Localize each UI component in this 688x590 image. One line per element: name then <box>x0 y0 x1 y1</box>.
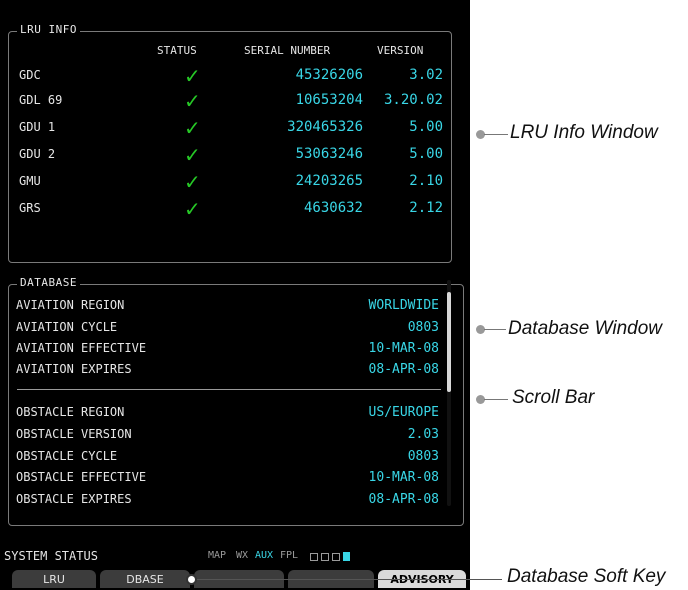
page-indicator-box <box>321 553 329 561</box>
db-row: OBSTACLE VERSION 2.03 <box>16 427 439 445</box>
page-group-wx: WX <box>236 550 249 561</box>
lru-row: GDL 69 ✓ 10653204 3.20.02 <box>9 89 451 113</box>
status-header: STATUS <box>157 44 197 57</box>
page-group-title: SYSTEM STATUS <box>4 549 98 563</box>
db-value: WORLDWIDE <box>368 298 439 313</box>
lru-serial: 45326206 <box>295 67 363 83</box>
status-check-icon: ✓ <box>184 64 201 88</box>
lru-version: 5.00 <box>409 119 443 135</box>
db-value: 0803 <box>407 320 439 335</box>
db-row: OBSTACLE REGION US/EUROPE <box>16 405 439 423</box>
lru-version: 2.12 <box>409 200 443 216</box>
lru-row: GMU ✓ 24203265 2.10 <box>9 170 451 194</box>
lru-row: GDC ✓ 45326206 3.02 <box>9 64 451 88</box>
lru-info-callout-line <box>484 134 508 135</box>
lru-serial: 24203265 <box>295 173 363 189</box>
database-softkey-callout-line <box>190 579 502 580</box>
lru-info-window: LRU INFO STATUS SERIAL NUMBER VERSION GD… <box>8 23 452 263</box>
db-section-divider <box>17 389 441 390</box>
lru-version: 5.00 <box>409 146 443 162</box>
db-row: OBSTACLE CYCLE 0803 <box>16 449 439 467</box>
serial-number-header: SERIAL NUMBER <box>244 44 331 57</box>
db-label: OBSTACLE REGION <box>16 405 125 419</box>
db-row: AVIATION EFFECTIVE 10-MAR-08 <box>16 341 439 359</box>
db-row: OBSTACLE EFFECTIVE 10-MAR-08 <box>16 470 439 488</box>
db-label: AVIATION EFFECTIVE <box>16 341 147 355</box>
lru-version: 3.02 <box>409 67 443 83</box>
status-check-icon: ✓ <box>184 89 201 113</box>
database-window: DATABASE AVIATION REGION WORLDWIDE AVIAT… <box>8 276 464 526</box>
lru-row: GRS ✓ 4630632 2.12 <box>9 197 451 221</box>
db-label: OBSTACLE EXPIRES <box>16 492 132 506</box>
lru-name: GDL 69 <box>19 93 63 107</box>
lru-serial: 4630632 <box>303 200 363 216</box>
page-indicator-active <box>343 552 350 561</box>
db-value: 08-APR-08 <box>368 362 439 377</box>
lru-softkey[interactable]: LRU <box>12 570 96 588</box>
database-callout-line <box>484 329 506 330</box>
version-header: VERSION <box>377 44 424 57</box>
lru-name: GRS <box>19 201 41 215</box>
db-label: AVIATION REGION <box>16 298 125 312</box>
lru-serial: 320465326 <box>287 119 363 135</box>
database-softkey-callout-label: Database Soft Key <box>507 566 666 587</box>
db-value: 10-MAR-08 <box>368 470 439 485</box>
db-row: AVIATION REGION WORLDWIDE <box>16 298 439 316</box>
lru-serial: 53063246 <box>295 146 363 162</box>
gps-display-screen: LRU INFO STATUS SERIAL NUMBER VERSION GD… <box>0 0 470 590</box>
lru-info-callout-label: LRU Info Window <box>510 122 658 143</box>
db-value: US/EUROPE <box>368 405 439 420</box>
lru-row: GDU 1 ✓ 320465326 5.00 <box>9 116 451 140</box>
page-indicator-box <box>332 553 340 561</box>
scrollbar-callout-label: Scroll Bar <box>512 387 595 408</box>
page-group-aux: AUX <box>255 550 274 561</box>
lru-version: 2.10 <box>409 173 443 189</box>
lru-info-title: LRU INFO <box>17 23 80 36</box>
dbase-softkey[interactable]: DBASE <box>100 570 190 588</box>
status-check-icon: ✓ <box>184 143 201 167</box>
db-label: AVIATION CYCLE <box>16 320 118 334</box>
database-scrollbar[interactable] <box>447 280 451 506</box>
page-group-map: MAP <box>208 550 227 561</box>
db-value: 0803 <box>407 449 439 464</box>
lru-name: GMU <box>19 174 41 188</box>
status-check-icon: ✓ <box>184 116 201 140</box>
lru-row: GDU 2 ✓ 53063246 5.00 <box>9 143 451 167</box>
db-row: OBSTACLE EXPIRES 08-APR-08 <box>16 492 439 510</box>
lru-name: GDU 2 <box>19 147 56 161</box>
db-row: AVIATION CYCLE 0803 <box>16 320 439 338</box>
lru-serial: 10653204 <box>295 92 363 108</box>
lru-version: 3.20.02 <box>383 92 443 108</box>
database-title: DATABASE <box>17 276 80 289</box>
status-check-icon: ✓ <box>184 170 201 194</box>
db-value: 08-APR-08 <box>368 492 439 507</box>
database-softkey-callout-dot <box>186 574 197 585</box>
db-value: 2.03 <box>407 427 439 442</box>
db-value: 10-MAR-08 <box>368 341 439 356</box>
page-indicator-box <box>310 553 318 561</box>
db-label: OBSTACLE EFFECTIVE <box>16 470 147 484</box>
page-group-fpl: FPL <box>280 550 299 561</box>
db-label: OBSTACLE VERSION <box>16 427 132 441</box>
db-row: AVIATION EXPIRES 08-APR-08 <box>16 362 439 380</box>
database-callout-label: Database Window <box>508 318 663 339</box>
status-check-icon: ✓ <box>184 197 201 221</box>
scroll-thumb[interactable] <box>447 292 451 392</box>
db-label: OBSTACLE CYCLE <box>16 449 118 463</box>
lru-name: GDU 1 <box>19 120 56 134</box>
status-bar: SYSTEM STATUS MAP WX AUX FPL <box>0 545 470 567</box>
db-label: AVIATION EXPIRES <box>16 362 132 376</box>
scrollbar-callout-line <box>484 399 508 400</box>
lru-name: GDC <box>19 68 41 82</box>
